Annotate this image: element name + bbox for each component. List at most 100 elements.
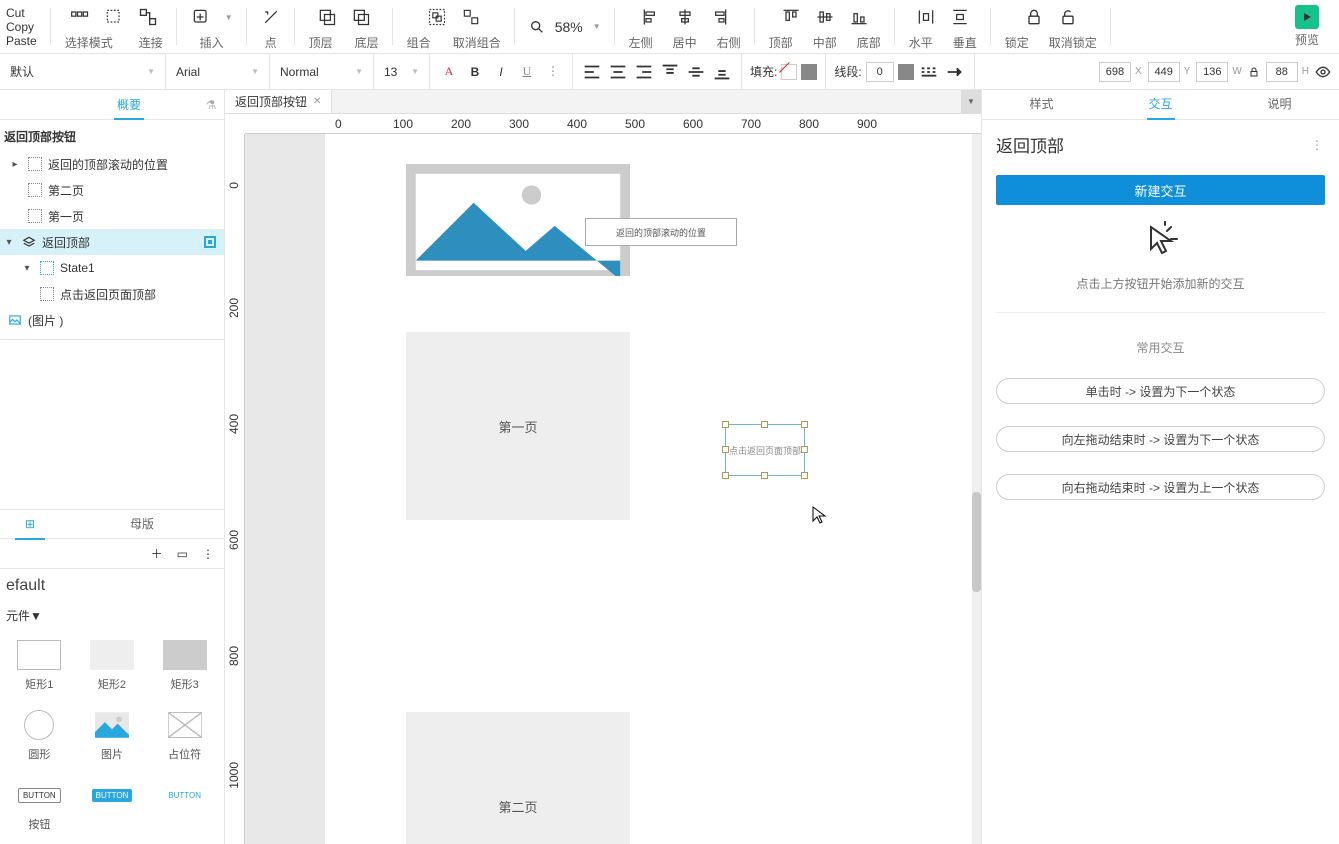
lock-aspect-icon[interactable] <box>1248 66 1260 78</box>
widget-rect1[interactable]: 矩形1 <box>8 640 71 692</box>
valign-mid-icon[interactable] <box>685 61 707 83</box>
weight-select[interactable]: Normal▼ <box>270 54 374 89</box>
group-icon[interactable] <box>427 7 447 27</box>
align-right-icon <box>709 7 729 27</box>
image-icon <box>8 313 22 327</box>
copy-cmd[interactable]: Copy <box>6 20 34 34</box>
valign-top-icon[interactable] <box>659 61 681 83</box>
w-label: W <box>1232 66 1241 77</box>
inspector-title: 返回顶部 <box>996 132 1064 157</box>
align-text-right-icon[interactable] <box>633 61 655 83</box>
new-interaction-button[interactable]: 新建交互 <box>996 175 1325 205</box>
outline-item-page2[interactable]: ▸ 第二页 <box>0 177 224 203</box>
connect-icon[interactable] <box>138 7 158 27</box>
filter-icon[interactable]: ⚗ <box>198 98 224 112</box>
font-select[interactable]: Arial▼ <box>166 54 270 89</box>
lock-icon[interactable] <box>1024 7 1044 27</box>
preset-interaction-1[interactable]: 单击时 -> 设置为下一个状态 <box>996 378 1325 404</box>
widget-image[interactable]: 图片 <box>81 710 144 762</box>
state-icon <box>40 261 54 275</box>
paste-cmd[interactable]: Paste <box>6 34 37 48</box>
x-input[interactable] <box>1099 62 1131 82</box>
send-back-icon[interactable] <box>351 7 371 27</box>
canvas-page2-rect[interactable]: 第二页 <box>406 712 630 844</box>
tab-widgets[interactable]: ⊞ <box>0 510 60 538</box>
italic-icon[interactable]: I <box>490 61 512 83</box>
library-section[interactable]: 元件▼ <box>0 603 224 628</box>
align-text-center-icon[interactable] <box>607 61 629 83</box>
canvas-scrollbar[interactable] <box>972 134 981 844</box>
preview-button[interactable] <box>1295 5 1319 29</box>
underline-icon[interactable]: U <box>516 61 538 83</box>
marquee-icon[interactable] <box>104 7 124 27</box>
canvas-note1[interactable]: 返回的顶部滚动的位置 <box>585 218 737 246</box>
y-input[interactable] <box>1148 62 1180 82</box>
inspector-more-icon[interactable]: ⋮ <box>1311 138 1325 152</box>
style-select[interactable]: 默认▼ <box>0 54 166 89</box>
outline-item-scrollpos[interactable]: ▸ 返回的顶部滚动的位置 <box>0 151 224 177</box>
tab-interactions[interactable]: 交互 <box>1101 90 1220 119</box>
outline-item-state1[interactable]: ▾ State1 <box>0 255 224 281</box>
target-icon <box>204 236 216 248</box>
tabs-dropdown-icon[interactable]: ▼ <box>961 90 981 113</box>
widget-circle[interactable]: 圆形 <box>8 710 71 762</box>
h-input[interactable] <box>1266 62 1298 82</box>
dist-h-label: 水平 <box>909 34 933 51</box>
outline-item-backtotop[interactable]: ▾ 返回顶部 <box>0 229 224 255</box>
zoom-chevron-icon[interactable]: ▼ <box>593 22 601 31</box>
canvas-page1-rect[interactable]: 第一页 <box>406 332 630 520</box>
text-more-icon[interactable]: ⋮ <box>542 61 564 83</box>
widget-rect3[interactable]: 矩形3 <box>153 640 216 692</box>
library-name[interactable]: efault <box>0 569 224 603</box>
outline-item-page1[interactable]: ▸ 第一页 <box>0 203 224 229</box>
scrollbar-thumb[interactable] <box>972 492 981 592</box>
tab-notes[interactable]: 说明 <box>1220 90 1339 119</box>
ruler-vertical: 02004006008001000 <box>225 134 245 844</box>
cut-cmd[interactable]: Cut <box>6 6 25 20</box>
select-mode-icon[interactable] <box>70 7 90 27</box>
canvas-selected-element[interactable]: 点击返回页面顶部 <box>725 424 805 476</box>
widget-button3[interactable]: BUTTON <box>153 780 216 832</box>
widget-placeholder[interactable]: 占位符 <box>153 710 216 762</box>
fill-color-swatch[interactable] <box>801 64 817 80</box>
lib-view-icon[interactable]: ▭ <box>177 547 188 561</box>
widget-button1[interactable]: BUTTON按钮 <box>8 780 71 832</box>
outline-label: 返回顶部 <box>42 234 90 251</box>
align-bottom-icon <box>849 7 869 27</box>
lib-more-icon[interactable]: ⋮ <box>202 547 214 561</box>
close-tab-icon[interactable]: ✕ <box>313 96 321 107</box>
insert-chevron-icon[interactable]: ▼ <box>225 13 233 22</box>
insert-icon[interactable] <box>191 7 211 27</box>
align-text-left-icon[interactable] <box>581 61 603 83</box>
tab-style[interactable]: 样式 <box>982 90 1101 119</box>
w-input[interactable] <box>1196 62 1228 82</box>
preset-interaction-2[interactable]: 向左拖动结束时 -> 设置为下一个状态 <box>996 426 1325 452</box>
add-lib-icon[interactable]: ＋ <box>151 545 163 562</box>
stroke-style-icon[interactable] <box>918 61 940 83</box>
tab-outline[interactable]: 概要 <box>60 91 198 119</box>
canvas-stage[interactable]: 返回的顶部滚动的位置 第一页 点击返回页面顶部 第二页 <box>245 134 981 844</box>
al-bot-label: 底部 <box>857 34 881 51</box>
zoom-input[interactable] <box>549 19 589 35</box>
valign-bot-icon[interactable] <box>711 61 733 83</box>
h-label: H <box>1302 66 1309 77</box>
arrow-style-icon[interactable] <box>944 61 966 83</box>
visibility-icon[interactable] <box>1315 64 1331 80</box>
preset-interaction-3[interactable]: 向右拖动结束时 -> 设置为上一个状态 <box>996 474 1325 500</box>
stroke-color-swatch[interactable] <box>898 64 914 80</box>
outline-item-clicktop[interactable]: 点击返回页面顶部 <box>0 281 224 307</box>
widget-rect2[interactable]: 矩形2 <box>81 640 144 692</box>
widget-label: 图片 <box>101 746 123 762</box>
stroke-width-input[interactable] <box>866 62 894 82</box>
bold-icon[interactable]: B <box>464 61 486 83</box>
tab-masters[interactable]: 母版 <box>60 510 224 538</box>
fill-transparent-swatch[interactable] <box>781 64 797 80</box>
fontsize-select[interactable]: 13▼ <box>374 54 430 89</box>
zoom-icon[interactable] <box>529 19 545 35</box>
widget-button2[interactable]: BUTTON <box>81 780 144 832</box>
outline-item-image[interactable]: (图片 ) <box>0 307 224 333</box>
text-color-icon[interactable]: A <box>438 61 460 83</box>
outline-label: State1 <box>60 261 95 275</box>
document-tab[interactable]: 返回顶部按钮 ✕ <box>225 90 332 113</box>
bring-front-icon[interactable] <box>317 7 337 27</box>
